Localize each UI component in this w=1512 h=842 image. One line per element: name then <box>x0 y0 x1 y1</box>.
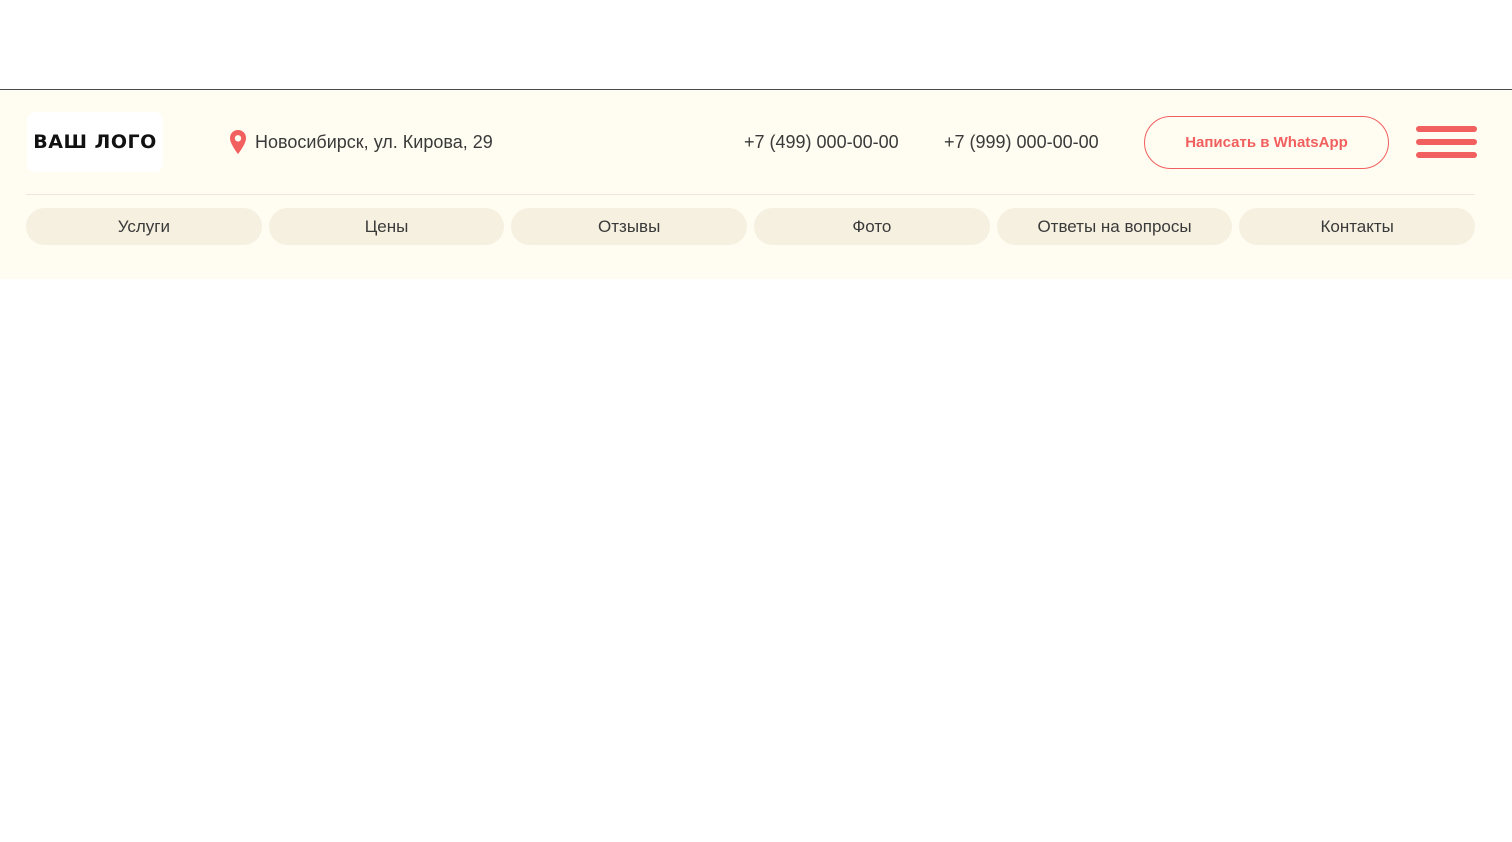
top-blank-area <box>0 0 1512 90</box>
header-divider <box>26 194 1475 195</box>
nav-item-services[interactable]: Услуги <box>26 208 262 245</box>
hamburger-menu-icon[interactable] <box>1416 126 1477 158</box>
site-logo[interactable]: ВАШ ЛОГО <box>27 112 163 172</box>
whatsapp-button[interactable]: Написать в WhatsApp <box>1144 116 1389 169</box>
address-text: Новосибирск, ул. Кирова, 29 <box>255 131 493 152</box>
nav-item-reviews[interactable]: Отзывы <box>511 208 748 245</box>
hamburger-line <box>1416 152 1477 158</box>
hamburger-line <box>1416 126 1477 132</box>
main-nav: Услуги Цены Отзывы Фото Ответы на вопрос… <box>26 208 1476 245</box>
site-header: ВАШ ЛОГО Новосибирск, ул. Кирова, 29 +7 … <box>0 90 1512 279</box>
nav-item-prices[interactable]: Цены <box>268 208 505 245</box>
address: Новосибирск, ул. Кирова, 29 <box>229 130 493 154</box>
phone-link-1[interactable]: +7 (499) 000-00-00 <box>744 131 899 153</box>
phone-link-2[interactable]: +7 (999) 000-00-00 <box>944 131 1099 153</box>
map-pin-icon <box>230 130 246 154</box>
nav-item-photos[interactable]: Фото <box>754 208 990 245</box>
hamburger-line <box>1416 139 1477 145</box>
nav-item-contacts[interactable]: Контакты <box>1239 208 1476 245</box>
nav-item-faq[interactable]: Ответы на вопросы <box>996 208 1233 245</box>
